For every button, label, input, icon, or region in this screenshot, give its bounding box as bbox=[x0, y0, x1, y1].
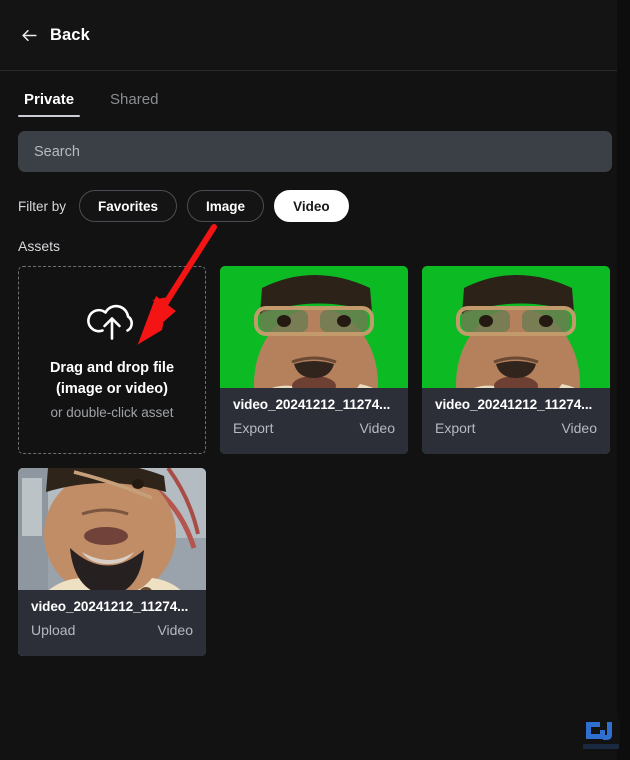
asset-card[interactable]: video_20241212_11274... Export Video bbox=[220, 266, 408, 454]
asset-source: Export bbox=[233, 420, 274, 436]
asset-source: Export bbox=[435, 420, 476, 436]
asset-card[interactable]: video_20241212_11274... Export Video bbox=[422, 266, 610, 454]
filter-chip-image[interactable]: Image bbox=[187, 190, 265, 222]
dropzone-line-3: or double-click asset bbox=[50, 405, 174, 421]
asset-card-footer: video_20241212_11274... Upload Video bbox=[18, 590, 206, 656]
assets-grid: Drag and drop file (image or video) or d… bbox=[0, 254, 630, 656]
filter-chip-favorites[interactable]: Favorites bbox=[79, 190, 178, 222]
asset-meta: Export Video bbox=[233, 420, 395, 436]
asset-title: video_20241212_11274... bbox=[233, 397, 391, 412]
watermark-logo bbox=[582, 719, 620, 749]
asset-meta: Export Video bbox=[435, 420, 597, 436]
drag-and-drop-zone[interactable]: Drag and drop file (image or video) or d… bbox=[18, 266, 206, 454]
back-button[interactable]: Back bbox=[18, 22, 92, 49]
scrollbar-track[interactable] bbox=[617, 0, 630, 760]
asset-card[interactable]: video_20241212_11274... Upload Video bbox=[18, 468, 206, 656]
tab-bar: Private Shared bbox=[0, 71, 630, 117]
filter-by-label: Filter by bbox=[18, 198, 67, 214]
asset-type: Video bbox=[561, 420, 597, 436]
tab-private[interactable]: Private bbox=[18, 90, 81, 117]
arrow-left-icon bbox=[20, 26, 39, 45]
asset-title: video_20241212_11274... bbox=[31, 599, 189, 614]
dropzone-line-2: (image or video) bbox=[56, 380, 168, 397]
asset-source: Upload bbox=[31, 622, 76, 638]
asset-title: video_20241212_11274... bbox=[435, 397, 593, 412]
asset-meta: Upload Video bbox=[31, 622, 193, 638]
search-input[interactable] bbox=[18, 131, 612, 172]
asset-library-panel: Back Private Shared Filter by Favorites … bbox=[0, 0, 630, 760]
panel-header: Back bbox=[0, 0, 630, 71]
search-container bbox=[0, 117, 630, 172]
asset-card-footer: video_20241212_11274... Export Video bbox=[422, 388, 610, 454]
cloud-upload-icon bbox=[86, 300, 138, 358]
back-label: Back bbox=[50, 25, 90, 44]
filter-chip-video[interactable]: Video bbox=[274, 190, 349, 222]
filter-bar: Filter by Favorites Image Video bbox=[0, 172, 630, 222]
asset-card-footer: video_20241212_11274... Export Video bbox=[220, 388, 408, 454]
asset-type: Video bbox=[359, 420, 395, 436]
asset-type: Video bbox=[157, 622, 193, 638]
dropzone-line-1: Drag and drop file bbox=[49, 359, 175, 376]
tab-shared[interactable]: Shared bbox=[104, 90, 164, 117]
assets-section-label: Assets bbox=[18, 238, 61, 254]
